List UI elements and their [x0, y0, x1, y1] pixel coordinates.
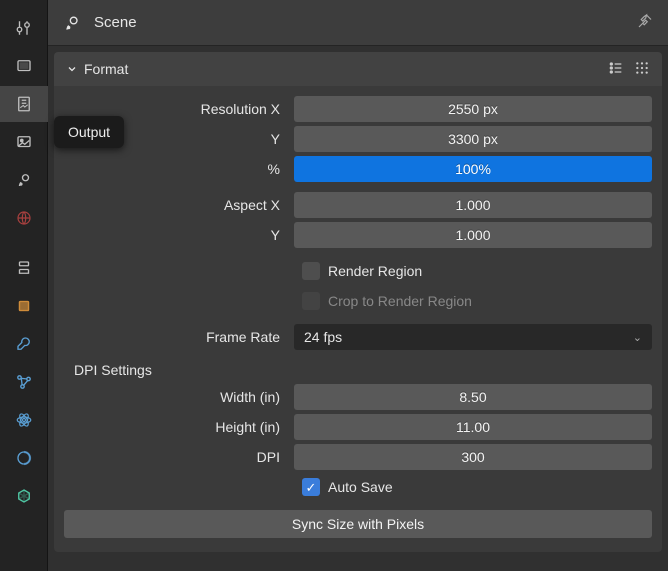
- resolution-x-field[interactable]: 2550 px: [294, 96, 652, 122]
- constraints-tab-icon[interactable]: [0, 440, 48, 476]
- viewlayer-tab-icon[interactable]: [0, 124, 48, 160]
- auto-save-row[interactable]: Auto Save: [64, 472, 652, 502]
- resolution-percent-label: %: [64, 161, 284, 177]
- header-title: Scene: [94, 14, 137, 31]
- format-section-title: Format: [84, 61, 128, 77]
- dpi-label: DPI: [64, 449, 284, 465]
- auto-save-checkbox[interactable]: [302, 478, 320, 496]
- output-tooltip: Output: [54, 116, 124, 148]
- collection-tab-icon[interactable]: [0, 250, 48, 286]
- dpi-height-field[interactable]: 11.00: [294, 414, 652, 440]
- render-tab-icon[interactable]: [0, 48, 48, 84]
- frame-rate-value: 24 fps: [304, 329, 342, 345]
- object-tab-icon[interactable]: [0, 288, 48, 324]
- world-tab-icon[interactable]: [0, 200, 48, 236]
- chevron-down-icon: ⌄: [633, 331, 642, 344]
- grid-icon[interactable]: [634, 60, 650, 79]
- render-region-checkbox[interactable]: [302, 262, 320, 280]
- dpi-settings-title: DPI Settings: [64, 352, 652, 382]
- pin-icon[interactable]: [636, 12, 654, 33]
- aspect-x-label: Aspect X: [64, 197, 284, 213]
- dpi-width-label: Width (in): [64, 389, 284, 405]
- tool-tab-icon[interactable]: [0, 10, 48, 46]
- scene-icon: [62, 13, 82, 33]
- modifier-tab-icon[interactable]: [0, 326, 48, 362]
- render-region-row[interactable]: Render Region: [64, 256, 652, 286]
- frame-rate-label: Frame Rate: [64, 329, 284, 345]
- resolution-x-label: Resolution X: [64, 101, 284, 117]
- physics-tab-icon[interactable]: [0, 402, 48, 438]
- properties-tab-bar: [0, 0, 48, 571]
- render-region-label: Render Region: [328, 263, 422, 279]
- aspect-y-field[interactable]: 1.000: [294, 222, 652, 248]
- sync-size-button[interactable]: Sync Size with Pixels: [64, 510, 652, 538]
- data-tab-icon[interactable]: [0, 478, 48, 514]
- list-toggle-icon[interactable]: [608, 60, 624, 79]
- crop-render-region-row: Crop to Render Region: [64, 286, 652, 316]
- dpi-height-label: Height (in): [64, 419, 284, 435]
- aspect-x-field[interactable]: 1.000: [294, 192, 652, 218]
- aspect-y-label: Y: [64, 227, 284, 243]
- crop-render-region-label: Crop to Render Region: [328, 293, 472, 309]
- frame-rate-dropdown[interactable]: 24 fps ⌄: [294, 324, 652, 350]
- resolution-percent-field[interactable]: 100%: [294, 156, 652, 182]
- scene-tab-icon[interactable]: [0, 162, 48, 198]
- output-tab-icon[interactable]: [0, 86, 48, 122]
- format-panel: Resolution X 2550 px Y 3300 px % 100% As…: [54, 86, 662, 552]
- auto-save-label: Auto Save: [328, 479, 393, 495]
- particles-tab-icon[interactable]: [0, 364, 48, 400]
- chevron-down-icon: [66, 63, 78, 75]
- dpi-width-field[interactable]: 8.50: [294, 384, 652, 410]
- dpi-field[interactable]: 300: [294, 444, 652, 470]
- crop-render-region-checkbox: [302, 292, 320, 310]
- header: Scene: [48, 0, 668, 46]
- resolution-y-field[interactable]: 3300 px: [294, 126, 652, 152]
- format-section-header[interactable]: Format: [54, 52, 662, 86]
